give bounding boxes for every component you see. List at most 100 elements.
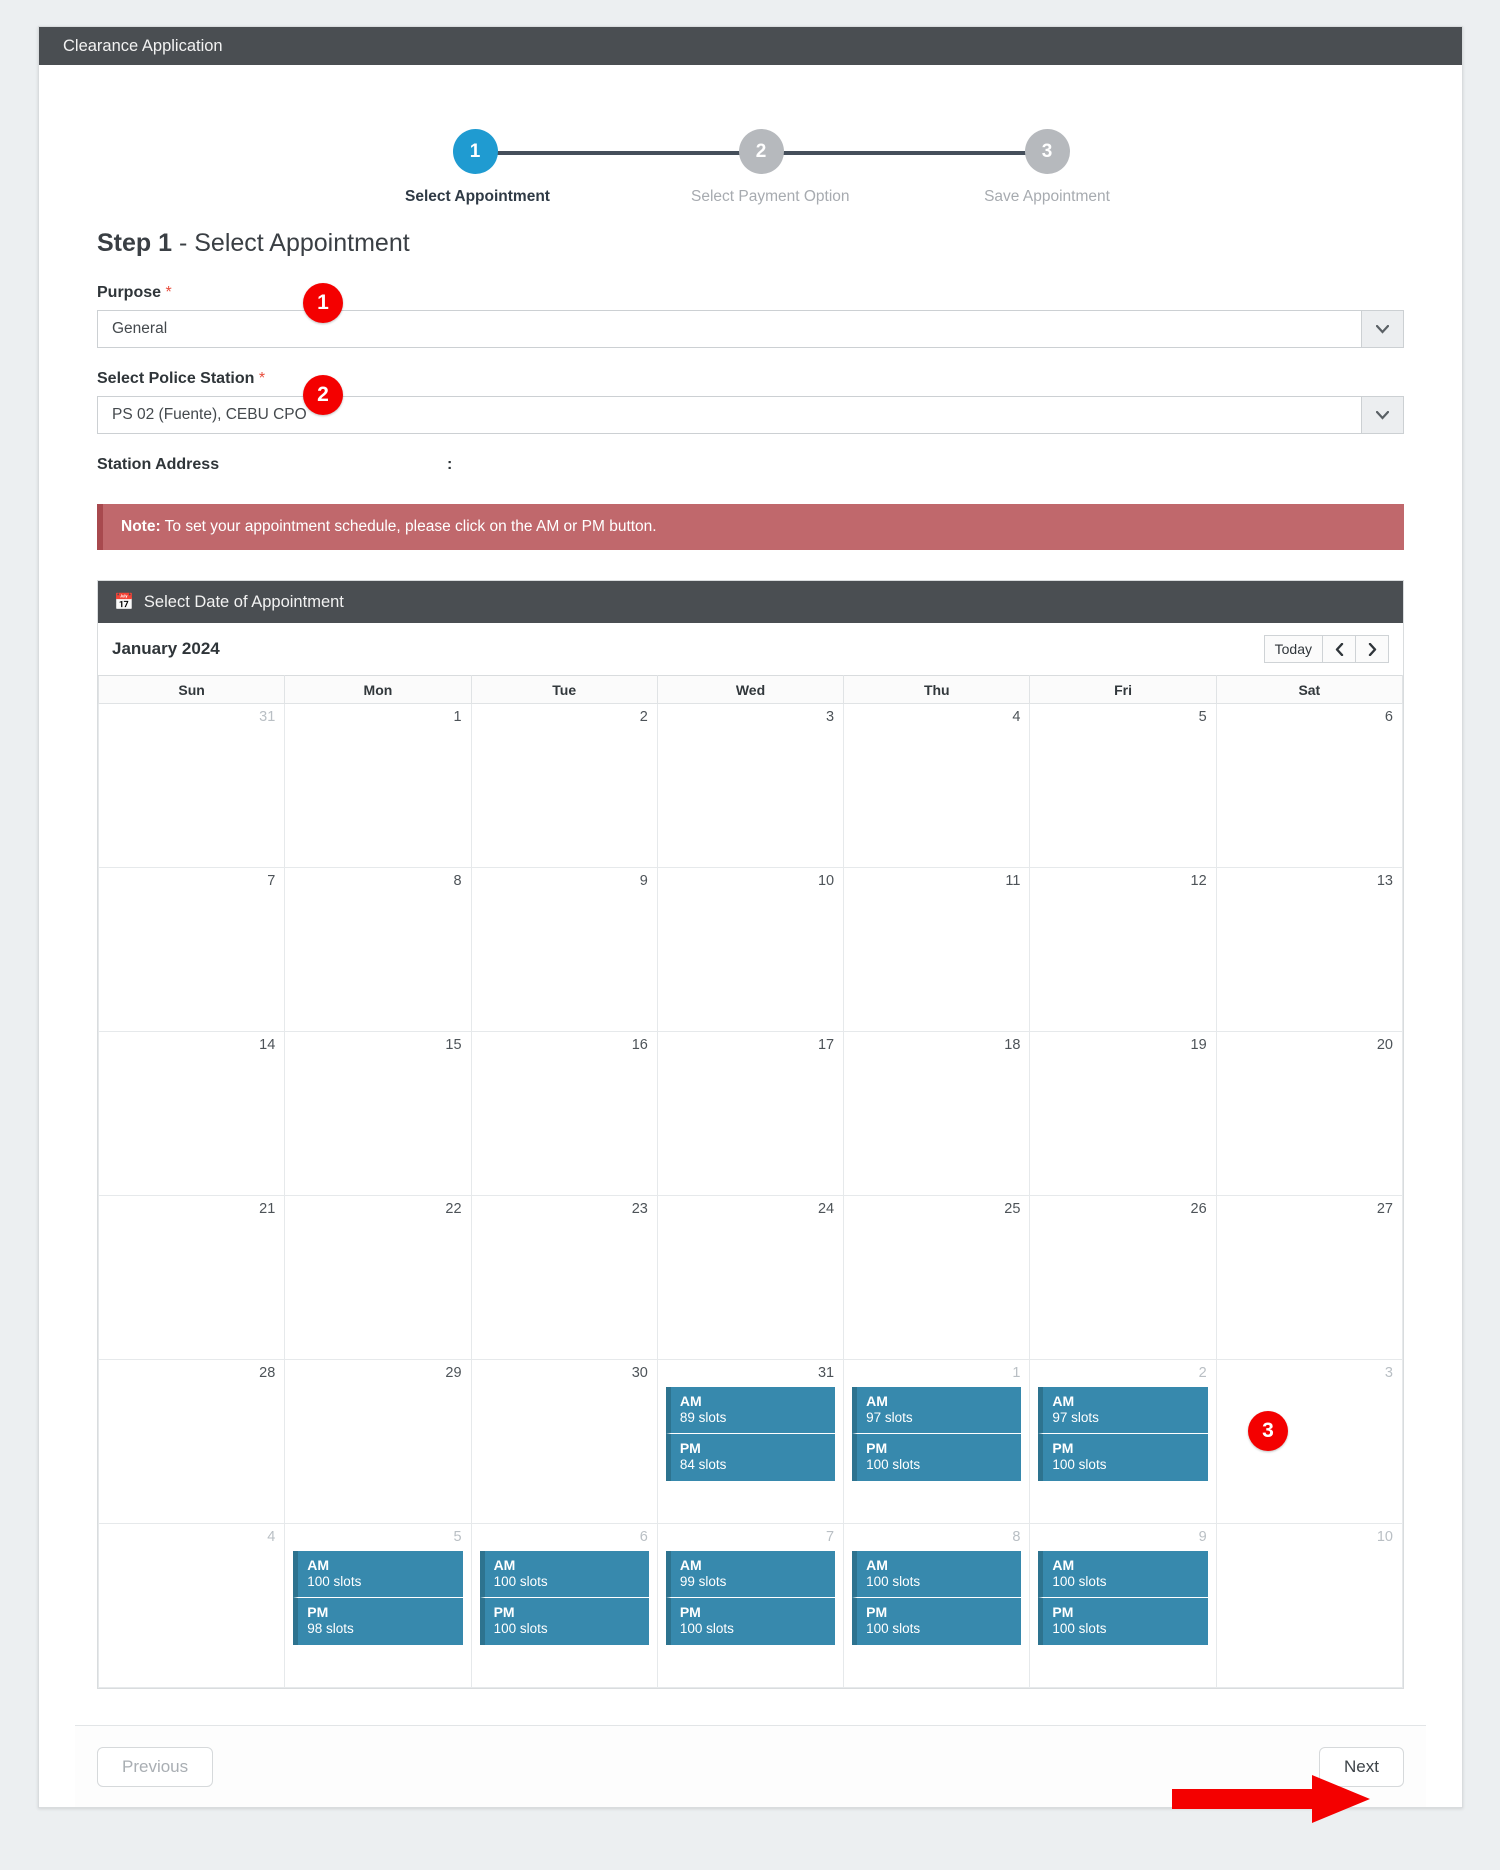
slot-button-pm[interactable]: PM 100 slots bbox=[852, 1597, 1022, 1645]
slot-button-pm[interactable]: PM 84 slots bbox=[665, 1433, 836, 1481]
slot-list: AM 100 slots PM 100 slots bbox=[472, 1545, 657, 1645]
window-titlebar: Clearance Application bbox=[39, 27, 1462, 65]
calendar-day-number: 2 bbox=[1198, 1365, 1207, 1381]
calendar-day-cell[interactable]: 31 bbox=[97, 703, 286, 868]
slot-button-am[interactable]: AM 100 slots bbox=[293, 1550, 463, 1598]
chevron-down-icon[interactable] bbox=[1361, 311, 1403, 347]
calendar-day-cell[interactable]: 11 bbox=[843, 867, 1031, 1032]
chevron-left-icon[interactable] bbox=[1322, 635, 1356, 663]
slot-period-label: PM bbox=[866, 1440, 888, 1457]
slot-button-am[interactable]: AM 97 slots bbox=[852, 1386, 1022, 1434]
chevron-down-icon[interactable] bbox=[1361, 397, 1403, 433]
police-station-label-text: Select Police Station bbox=[97, 370, 255, 387]
slot-period-label: PM bbox=[679, 1604, 701, 1621]
calendar-day-cell[interactable]: 29 bbox=[284, 1359, 472, 1524]
calendar-day-cell[interactable]: 9 AM 100 slots PM 100 slots bbox=[1029, 1523, 1217, 1688]
calendar-day-cell[interactable]: 10 bbox=[656, 867, 845, 1032]
calendar-panel: 📅 Select Date of Appointment January 202… bbox=[97, 580, 1404, 1689]
calendar-day-cell[interactable]: 6 bbox=[1215, 703, 1404, 868]
purpose-select[interactable]: General bbox=[97, 310, 1404, 348]
step-3-save-appointment[interactable]: 3 Save Appointment bbox=[977, 129, 1117, 206]
slot-button-pm[interactable]: PM 100 slots bbox=[479, 1597, 649, 1645]
slot-button-pm[interactable]: PM 98 slots bbox=[293, 1597, 463, 1645]
calendar-day-number: 29 bbox=[445, 1365, 462, 1381]
calendar-day-number: 20 bbox=[1376, 1037, 1393, 1053]
step-1-select-appointment[interactable]: 1 Select Appointment bbox=[405, 129, 550, 206]
calendar-week-row: 4 5 AM 100 slots PM 98 slots 6 AM 100 slots PM 100… bbox=[97, 1523, 1404, 1688]
calendar-day-cell[interactable]: 28 bbox=[97, 1359, 286, 1524]
calendar-day-cell[interactable]: 3 bbox=[1215, 1359, 1404, 1524]
slot-period-label: AM bbox=[1052, 1556, 1075, 1573]
calendar-day-cell[interactable]: 19 bbox=[1029, 1031, 1217, 1196]
annotation-marker-3: 3 bbox=[1248, 1411, 1288, 1451]
calendar-day-cell[interactable]: 30 bbox=[470, 1359, 658, 1524]
calendar-day-cell[interactable]: 13 bbox=[1215, 867, 1404, 1032]
slot-button-pm[interactable]: PM 100 slots bbox=[852, 1433, 1022, 1481]
calendar-day-cell[interactable]: 2 AM 97 slots PM 100 slots bbox=[1029, 1359, 1217, 1524]
calendar-day-cell[interactable]: 4 bbox=[97, 1523, 286, 1688]
calendar-toolbar: January 2024 Today bbox=[98, 623, 1403, 675]
slot-count-label: 98 slots bbox=[307, 1621, 354, 1637]
previous-button[interactable]: Previous bbox=[97, 1746, 214, 1787]
calendar-day-cell[interactable]: 1 AM 97 slots PM 100 slots bbox=[843, 1359, 1031, 1524]
calendar-day-cell[interactable]: 25 bbox=[843, 1195, 1031, 1360]
chevron-right-icon[interactable] bbox=[1355, 635, 1389, 663]
step-2-select-payment-option[interactable]: 2 Select Payment Option bbox=[691, 129, 850, 206]
red-arrow-right-icon bbox=[1172, 1775, 1372, 1823]
calendar-day-cell[interactable]: 8 bbox=[284, 867, 472, 1032]
slot-button-am[interactable]: AM 89 slots bbox=[665, 1386, 836, 1434]
calendar-day-cell[interactable]: 26 bbox=[1029, 1195, 1217, 1360]
calendar-day-cell[interactable]: 31 AM 89 slots PM 84 slots bbox=[656, 1359, 845, 1524]
slot-count-label: 100 slots bbox=[307, 1573, 362, 1589]
weekday-header-sun: Sun bbox=[97, 675, 286, 704]
calendar-day-cell[interactable]: 4 bbox=[843, 703, 1031, 868]
calendar-day-cell[interactable]: 16 bbox=[470, 1031, 658, 1196]
slot-button-am[interactable]: AM 100 slots bbox=[1038, 1550, 1208, 1598]
annotation-marker-2: 2 bbox=[303, 375, 343, 415]
calendar-panel-header: 📅 Select Date of Appointment bbox=[98, 581, 1403, 623]
calendar-day-cell[interactable]: 7 AM 99 slots PM 100 slots bbox=[656, 1523, 845, 1688]
today-button[interactable]: Today bbox=[1263, 635, 1323, 663]
calendar-day-number: 10 bbox=[817, 873, 835, 889]
calendar-day-cell[interactable]: 14 bbox=[97, 1031, 286, 1196]
calendar-day-cell[interactable]: 10 bbox=[1215, 1523, 1404, 1688]
calendar-day-cell[interactable]: 18 bbox=[843, 1031, 1031, 1196]
slot-count-label: 100 slots bbox=[866, 1457, 921, 1473]
calendar-day-cell[interactable]: 21 bbox=[97, 1195, 286, 1360]
calendar-day-cell[interactable]: 9 bbox=[470, 867, 658, 1032]
calendar-day-cell[interactable]: 6 AM 100 slots PM 100 slots bbox=[470, 1523, 658, 1688]
calendar-day-cell[interactable]: 3 bbox=[656, 703, 845, 868]
calendar-day-cell[interactable]: 2 bbox=[470, 703, 658, 868]
calendar-day-cell[interactable]: 22 bbox=[284, 1195, 472, 1360]
calendar-day-cell[interactable]: 8 AM 100 slots PM 100 slots bbox=[843, 1523, 1031, 1688]
slot-button-pm[interactable]: PM 100 slots bbox=[665, 1597, 836, 1645]
calendar-day-cell[interactable]: 23 bbox=[470, 1195, 658, 1360]
slot-button-am[interactable]: AM 97 slots bbox=[1038, 1386, 1208, 1434]
slot-button-am[interactable]: AM 100 slots bbox=[852, 1550, 1022, 1598]
slot-button-pm[interactable]: PM 100 slots bbox=[1038, 1433, 1208, 1481]
slot-button-pm[interactable]: PM 100 slots bbox=[1038, 1597, 1208, 1645]
note-banner: Note: To set your appointment schedule, … bbox=[97, 504, 1404, 550]
slot-period-label: PM bbox=[1052, 1440, 1074, 1457]
calendar-day-cell[interactable]: 20 bbox=[1215, 1031, 1404, 1196]
calendar-day-cell[interactable]: 24 bbox=[656, 1195, 845, 1360]
police-station-label: Select Police Station * bbox=[97, 370, 1426, 388]
slot-count-label: 97 slots bbox=[1052, 1409, 1099, 1425]
calendar-day-cell[interactable]: 17 bbox=[656, 1031, 845, 1196]
calendar-day-cell[interactable]: 5 bbox=[1029, 703, 1217, 868]
calendar-day-cell[interactable]: 15 bbox=[284, 1031, 472, 1196]
calendar-table: Sun Mon Tue Wed Thu Fri Sat 31 1 2 3 4 5 6 7 8 9 1… bbox=[97, 675, 1404, 1688]
calendar-day-cell[interactable]: 1 bbox=[284, 703, 472, 868]
step-2-bubble: 2 bbox=[738, 129, 784, 174]
calendar-day-cell[interactable]: 12 bbox=[1029, 867, 1217, 1032]
calendar-day-cell[interactable]: 7 bbox=[97, 867, 286, 1032]
calendar-day-cell[interactable]: 27 bbox=[1215, 1195, 1404, 1360]
slot-button-am[interactable]: AM 99 slots bbox=[665, 1550, 836, 1598]
slot-button-am[interactable]: AM 100 slots bbox=[479, 1550, 649, 1598]
calendar-day-cell[interactable]: 5 AM 100 slots PM 98 slots bbox=[284, 1523, 472, 1688]
calendar-day-number: 5 bbox=[1198, 709, 1207, 725]
page-title-strong: Step 1 bbox=[97, 229, 173, 257]
calendar-day-number: 8 bbox=[453, 873, 462, 889]
police-station-select[interactable]: PS 02 (Fuente), CEBU CPO bbox=[97, 396, 1404, 434]
weekday-header-wed: Wed bbox=[656, 675, 845, 704]
